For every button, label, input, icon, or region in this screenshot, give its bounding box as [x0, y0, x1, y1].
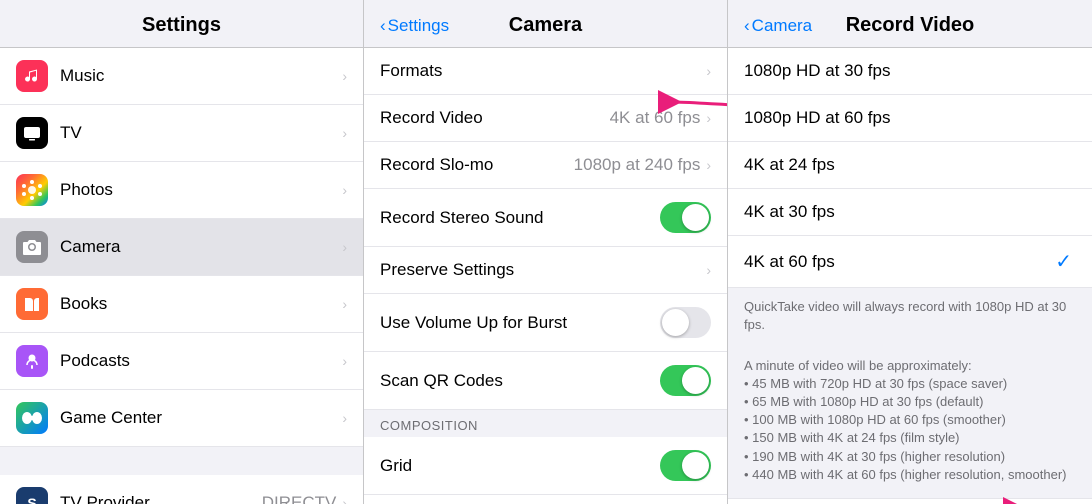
books-label: Books [60, 294, 342, 314]
record-item-1080p-60[interactable]: 1080p HD at 60 fps [728, 95, 1092, 142]
record-back-chevron-icon: ‹ [744, 16, 750, 36]
4k-30-label: 4K at 30 fps [744, 202, 1076, 222]
formats-chevron: › [706, 63, 711, 79]
camera-panel-header: ‹ Settings Camera [364, 0, 727, 48]
record-video-chevron: › [706, 110, 711, 126]
settings-divider [0, 447, 363, 475]
volume-burst-toggle-knob [662, 309, 689, 336]
composition-section-header: COMPOSITION [364, 410, 727, 437]
podcasts-label: Podcasts [60, 351, 342, 371]
sidebar-item-podcasts[interactable]: Podcasts › [0, 333, 363, 390]
quicktake-info: QuickTake video will always record with … [744, 298, 1076, 334]
sidebar-item-photos[interactable]: Photos › [0, 162, 363, 219]
4k-60-checkmark: ✓ [1055, 249, 1072, 274]
record-item-4k-24[interactable]: 4K at 24 fps [728, 142, 1092, 189]
camera-item-stereo[interactable]: Record Stereo Sound [364, 189, 727, 247]
slomo-chevron: › [706, 157, 711, 173]
4k-24-label: 4K at 24 fps [744, 155, 1076, 175]
scan-qr-toggle[interactable] [660, 365, 711, 396]
record-video-label: Record Video [380, 108, 610, 128]
sidebar-item-tvprovider[interactable]: S TV Provider DIRECTV › [0, 475, 363, 504]
tvprovider-icon: S [16, 487, 48, 504]
formats-label: Formats [380, 61, 706, 81]
books-chevron: › [342, 296, 347, 312]
tv-chevron: › [342, 125, 347, 141]
gamecenter-label: Game Center [60, 408, 342, 428]
record-video-value: 4K at 60 fps [610, 108, 701, 128]
record-item-4k-30[interactable]: 4K at 30 fps [728, 189, 1092, 236]
tvprovider-value: DIRECTV [262, 493, 337, 504]
camera-panel: ‹ Settings Camera Formats › Record Video… [364, 0, 728, 504]
gamecenter-chevron: › [342, 410, 347, 426]
settings-list: Music › TV › Photos › Camera › [0, 48, 363, 504]
preserve-label: Preserve Settings [380, 260, 706, 280]
camera-item-slomo[interactable]: Record Slo-mo 1080p at 240 fps › [364, 142, 727, 189]
record-item-4k-60[interactable]: 4K at 60 fps ✓ [728, 236, 1092, 288]
sidebar-item-camera[interactable]: Camera › [0, 219, 363, 276]
hdr-video-item[interactable]: HDR Video [728, 498, 1092, 504]
record-panel-title: Record Video [846, 14, 975, 37]
stereo-toggle[interactable] [660, 202, 711, 233]
music-icon [16, 60, 48, 92]
grid-toggle-knob [682, 452, 709, 479]
camera-back-button[interactable]: ‹ Settings [380, 16, 449, 36]
record-options-list: 1080p HD at 30 fps 1080p HD at 60 fps 4K… [728, 48, 1092, 504]
scan-qr-toggle-knob [682, 367, 709, 394]
settings-panel: Settings Music › TV › Photos › [0, 0, 364, 504]
tvprovider-chevron: › [342, 495, 347, 504]
tv-label: TV [60, 123, 342, 143]
books-icon [16, 288, 48, 320]
tvprovider-label: TV Provider [60, 493, 262, 504]
camera-item-formats[interactable]: Formats › [364, 48, 727, 95]
record-item-1080p-30[interactable]: 1080p HD at 30 fps [728, 48, 1092, 95]
sidebar-item-music[interactable]: Music › [0, 48, 363, 105]
camera-item-volume-burst[interactable]: Use Volume Up for Burst [364, 294, 727, 352]
stereo-label: Record Stereo Sound [380, 208, 660, 228]
1080p-60-label: 1080p HD at 60 fps [744, 108, 1076, 128]
photos-icon [16, 174, 48, 206]
grid-label: Grid [380, 456, 660, 476]
record-info-box: QuickTake video will always record with … [728, 288, 1092, 498]
camera-item-record-video[interactable]: Record Video 4K at 60 fps › [364, 95, 727, 142]
camera-item-scan-qr[interactable]: Scan QR Codes [364, 352, 727, 410]
record-back-button[interactable]: ‹ Camera [744, 16, 812, 36]
camera-back-label: Settings [388, 16, 449, 36]
1080p-30-label: 1080p HD at 30 fps [744, 61, 1076, 81]
slomo-value: 1080p at 240 fps [574, 155, 701, 175]
photos-chevron: › [342, 182, 347, 198]
4k-60-label: 4K at 60 fps [744, 252, 1055, 272]
settings-header: Settings [0, 0, 363, 48]
record-back-label: Camera [752, 16, 812, 36]
sidebar-item-books[interactable]: Books › [0, 276, 363, 333]
camera-label: Camera [60, 237, 342, 257]
music-label: Music [60, 66, 342, 86]
record-video-panel: ‹ Camera Record Video 1080p HD at 30 fps… [728, 0, 1092, 504]
podcasts-chevron: › [342, 353, 347, 369]
sidebar-item-gamecenter[interactable]: Game Center › [0, 390, 363, 447]
camera-icon [16, 231, 48, 263]
camera-item-preserve[interactable]: Preserve Settings › [364, 247, 727, 294]
back-chevron-icon: ‹ [380, 16, 386, 36]
sidebar-item-tv[interactable]: TV › [0, 105, 363, 162]
music-chevron: › [342, 68, 347, 84]
camera-panel-title: Camera [509, 14, 582, 37]
settings-title: Settings [16, 14, 347, 37]
preserve-chevron: › [706, 262, 711, 278]
camera-item-mirror-front[interactable]: Mirror Front Camera [364, 495, 727, 504]
stereo-toggle-knob [682, 204, 709, 231]
tv-icon [16, 117, 48, 149]
minute-info: A minute of video will be approximately:… [744, 357, 1076, 484]
camera-settings-list: Formats › Record Video 4K at 60 fps › Re… [364, 48, 727, 504]
camera-chevron: › [342, 239, 347, 255]
volume-burst-label: Use Volume Up for Burst [380, 313, 660, 333]
camera-item-grid[interactable]: Grid [364, 437, 727, 495]
grid-toggle[interactable] [660, 450, 711, 481]
record-panel-header: ‹ Camera Record Video [728, 0, 1092, 48]
scan-qr-label: Scan QR Codes [380, 371, 660, 391]
slomo-label: Record Slo-mo [380, 155, 574, 175]
volume-burst-toggle[interactable] [660, 307, 711, 338]
photos-label: Photos [60, 180, 342, 200]
podcasts-icon [16, 345, 48, 377]
gamecenter-icon [16, 402, 48, 434]
